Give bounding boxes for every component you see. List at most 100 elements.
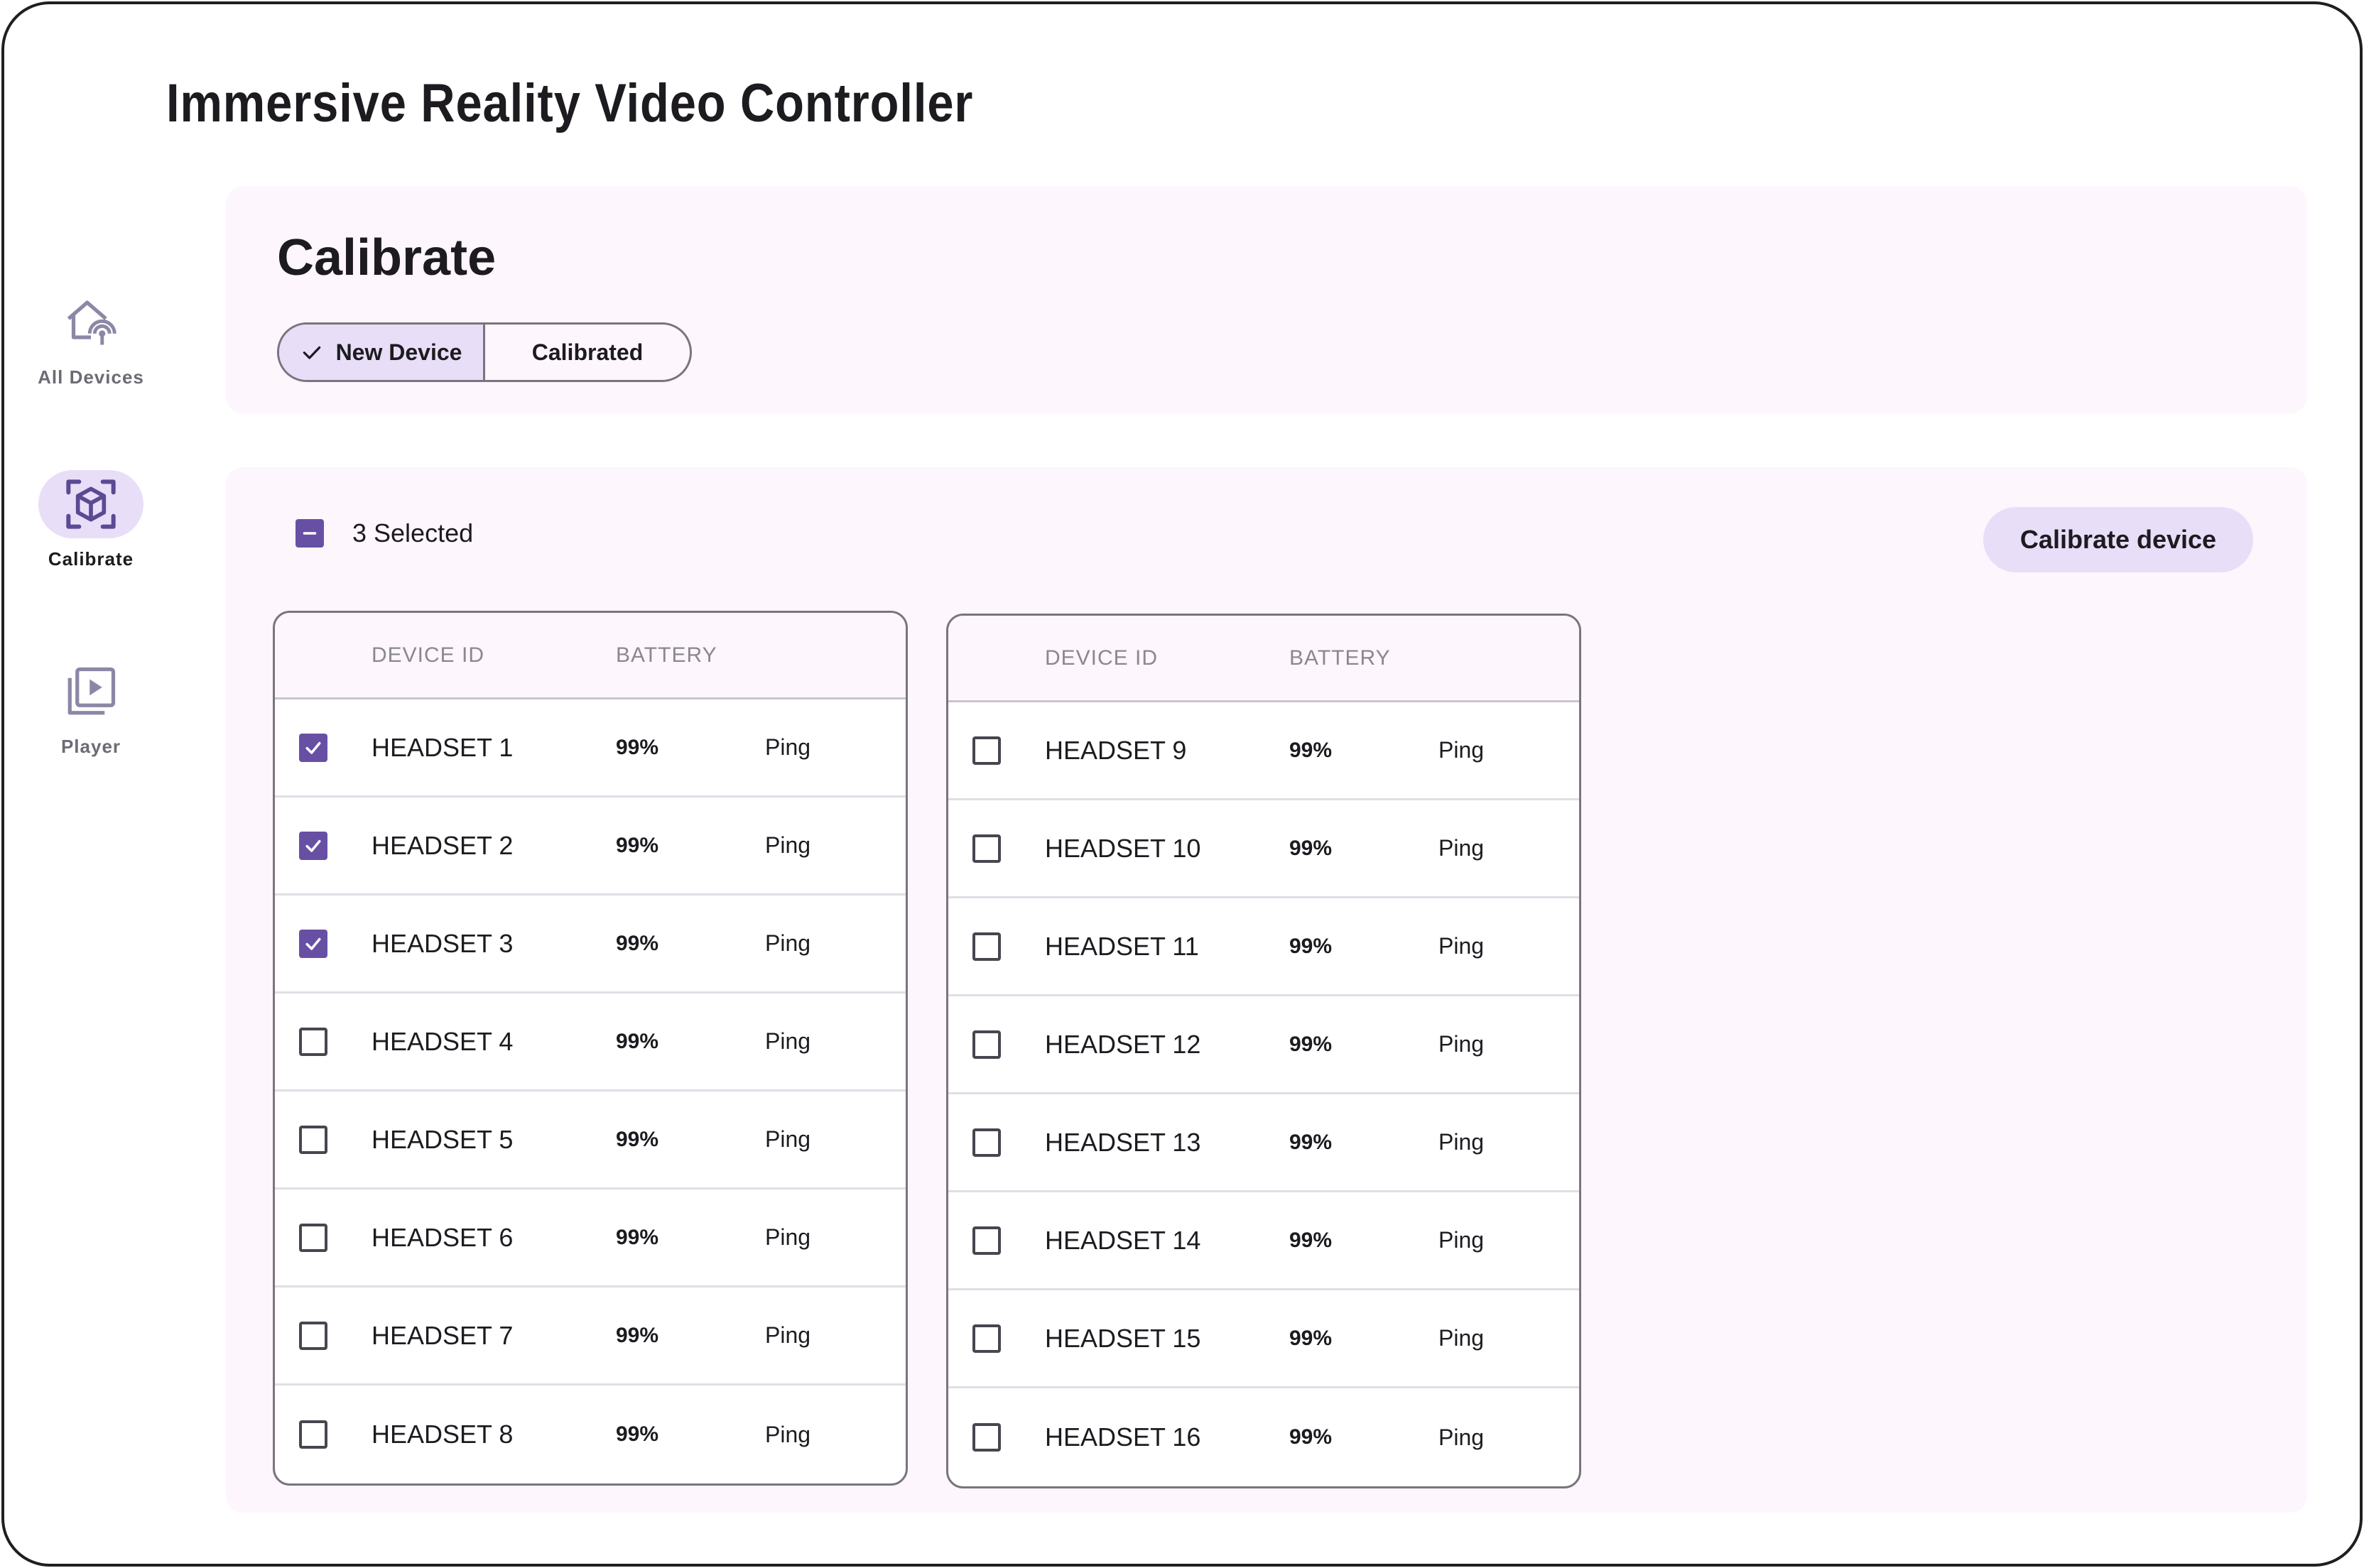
- battery-cell: 99%: [1289, 934, 1333, 958]
- device-table-2: DEVICE ID BATTERY HEADSET 9 99% Ping HEADSE…: [946, 614, 1581, 1488]
- battery-cell: 99%: [616, 735, 659, 759]
- device-id-cell: HEADSET 15: [1045, 1323, 1201, 1353]
- nav-item-calibrate[interactable]: Calibrate: [4, 470, 178, 570]
- battery-cell: 99%: [616, 1323, 659, 1347]
- table-row[interactable]: HEADSET 7 99% Ping: [275, 1287, 906, 1385]
- battery-cell: 99%: [1289, 1130, 1333, 1154]
- row-checkbox[interactable]: [972, 1324, 1001, 1353]
- calibrate-device-button[interactable]: Calibrate device: [1983, 507, 2253, 572]
- table-row[interactable]: HEADSET 4 99% Ping: [275, 993, 906, 1091]
- row-checkbox[interactable]: [299, 1223, 327, 1252]
- ping-button[interactable]: Ping: [1438, 933, 1484, 959]
- table-row[interactable]: HEADSET 2 99% Ping: [275, 797, 906, 895]
- table-row[interactable]: HEADSET 14 99% Ping: [948, 1192, 1579, 1290]
- segment-new-device[interactable]: New Device: [279, 325, 485, 380]
- device-id-cell: HEADSET 8: [372, 1420, 514, 1449]
- nav-label-all-devices: All Devices: [38, 366, 144, 388]
- ping-button[interactable]: Ping: [765, 1322, 810, 1349]
- table-row[interactable]: HEADSET 12 99% Ping: [948, 996, 1579, 1094]
- check-icon: [305, 937, 321, 950]
- row-checkbox[interactable]: [299, 1420, 327, 1449]
- row-checkbox[interactable]: [972, 932, 1001, 961]
- calibrate-header-panel: Calibrate New Device Calibrated: [226, 186, 2307, 413]
- row-checkbox[interactable]: [972, 1226, 1001, 1255]
- row-checkbox[interactable]: [299, 1125, 327, 1154]
- row-checkbox[interactable]: [299, 831, 327, 860]
- ping-button[interactable]: Ping: [1438, 1031, 1484, 1057]
- battery-cell: 99%: [616, 1225, 659, 1249]
- row-checkbox[interactable]: [972, 1423, 1001, 1452]
- ping-button[interactable]: Ping: [1438, 835, 1484, 861]
- table-row[interactable]: HEADSET 13 99% Ping: [948, 1094, 1579, 1192]
- ping-button[interactable]: Ping: [765, 930, 810, 957]
- app-window: Immersive Reality Video Controller All D…: [1, 1, 2363, 1567]
- ping-button[interactable]: Ping: [1438, 1325, 1484, 1351]
- select-all-checkbox[interactable]: [296, 519, 324, 548]
- cube-scan-icon: [38, 470, 143, 538]
- ping-button[interactable]: Ping: [765, 1422, 810, 1448]
- battery-cell: 99%: [1289, 1326, 1333, 1350]
- segment-new-device-label: New Device: [335, 339, 462, 365]
- device-id-cell: HEADSET 2: [372, 830, 514, 860]
- device-table-1: DEVICE ID BATTERY HEADSET 1 99% Ping HEADSE…: [273, 611, 908, 1486]
- ping-button[interactable]: Ping: [765, 734, 810, 761]
- selected-count: 3 Selected: [352, 518, 474, 548]
- check-icon: [305, 839, 321, 852]
- ping-button[interactable]: Ping: [1438, 737, 1484, 763]
- device-id-cell: HEADSET 10: [1045, 833, 1201, 863]
- battery-cell: 99%: [616, 1127, 659, 1151]
- device-id-cell: HEADSET 5: [372, 1124, 514, 1154]
- battery-cell: 99%: [616, 931, 659, 955]
- battery-cell: 99%: [1289, 1228, 1333, 1252]
- device-id-cell: HEADSET 13: [1045, 1127, 1201, 1157]
- ping-button[interactable]: Ping: [1438, 1227, 1484, 1253]
- ping-button[interactable]: Ping: [765, 1126, 810, 1153]
- battery-cell: 99%: [616, 833, 659, 857]
- table-row[interactable]: HEADSET 9 99% Ping: [948, 702, 1579, 800]
- row-checkbox[interactable]: [299, 1027, 327, 1056]
- ping-button[interactable]: Ping: [765, 832, 810, 859]
- table-row[interactable]: HEADSET 5 99% Ping: [275, 1091, 906, 1189]
- table-row[interactable]: HEADSET 1 99% Ping: [275, 699, 906, 797]
- battery-cell: 99%: [1289, 1032, 1333, 1056]
- table-row[interactable]: HEADSET 8 99% Ping: [275, 1385, 906, 1483]
- video-library-icon: [38, 658, 143, 726]
- ping-button[interactable]: Ping: [1438, 1425, 1484, 1451]
- row-checkbox[interactable]: [972, 1030, 1001, 1059]
- row-checkbox[interactable]: [972, 834, 1001, 863]
- table-header: DEVICE ID BATTERY: [948, 616, 1579, 702]
- device-id-cell: HEADSET 7: [372, 1320, 514, 1350]
- check-icon: [300, 341, 323, 364]
- ping-button[interactable]: Ping: [765, 1028, 810, 1055]
- row-checkbox[interactable]: [299, 733, 327, 762]
- home-signal-icon: [38, 288, 143, 356]
- nav-item-player[interactable]: Player: [4, 658, 178, 758]
- device-id-cell: HEADSET 9: [1045, 735, 1187, 765]
- device-list-panel: 3 Selected Calibrate device DEVICE ID BA…: [226, 467, 2307, 1513]
- row-checkbox[interactable]: [299, 1321, 327, 1350]
- indeterminate-icon: [303, 532, 317, 535]
- table-row[interactable]: HEADSET 16 99% Ping: [948, 1388, 1579, 1486]
- battery-cell: 99%: [616, 1422, 659, 1446]
- battery-cell: 99%: [1289, 836, 1333, 860]
- row-checkbox[interactable]: [972, 1128, 1001, 1157]
- row-checkbox[interactable]: [299, 929, 327, 958]
- table-row[interactable]: HEADSET 3 99% Ping: [275, 895, 906, 993]
- table-row[interactable]: HEADSET 6 99% Ping: [275, 1189, 906, 1287]
- column-header-battery: BATTERY: [1289, 646, 1391, 670]
- selection-bar: 3 Selected: [296, 518, 473, 548]
- table-row[interactable]: HEADSET 15 99% Ping: [948, 1290, 1579, 1388]
- device-id-cell: HEADSET 4: [372, 1026, 514, 1056]
- device-id-cell: HEADSET 6: [372, 1222, 514, 1252]
- table-row[interactable]: HEADSET 11 99% Ping: [948, 898, 1579, 996]
- segment-calibrated-label: Calibrated: [531, 339, 644, 365]
- column-header-battery: BATTERY: [616, 643, 717, 667]
- ping-button[interactable]: Ping: [765, 1224, 810, 1251]
- segment-calibrated[interactable]: Calibrated: [485, 325, 690, 380]
- device-id-cell: HEADSET 14: [1045, 1225, 1201, 1255]
- row-checkbox[interactable]: [972, 736, 1001, 765]
- nav-item-all-devices[interactable]: All Devices: [4, 288, 178, 388]
- table-row[interactable]: HEADSET 10 99% Ping: [948, 800, 1579, 898]
- battery-cell: 99%: [1289, 1425, 1333, 1449]
- ping-button[interactable]: Ping: [1438, 1129, 1484, 1155]
